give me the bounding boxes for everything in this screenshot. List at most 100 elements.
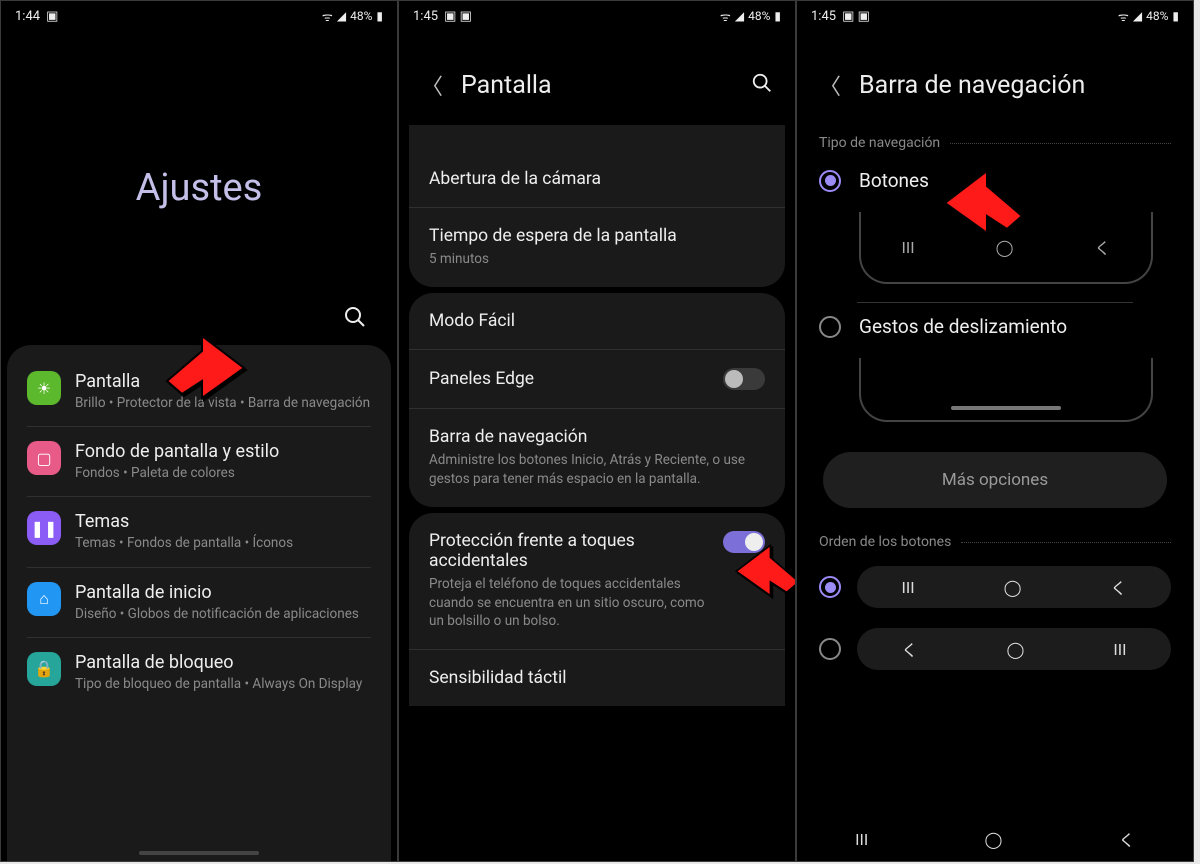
- notif-icon: ▣: [46, 9, 58, 24]
- radio-gestos[interactable]: Gestos de deslizamiento: [797, 303, 1193, 350]
- wifi-icon: ᯤ: [720, 8, 731, 25]
- home-icon: ⌂: [27, 582, 61, 616]
- setting-title: Fondo de pantalla y estilo: [75, 441, 279, 462]
- button-order-option-2[interactable]: く ◯ III: [797, 618, 1193, 680]
- radio-icon: [819, 638, 841, 660]
- toggle-paneles-edge[interactable]: [723, 368, 765, 390]
- sys-back-icon[interactable]: く: [1119, 827, 1135, 851]
- setting-item-temas[interactable]: ❚❚ Temas Temas • Fondos de pantalla • Íc…: [27, 496, 371, 566]
- setting-subtitle: Diseño • Globos de notificación de aplic…: [75, 605, 359, 623]
- radio-icon: [819, 316, 841, 338]
- row-sensibilidad-tactil[interactable]: Sensibilidad táctil: [409, 649, 785, 706]
- row-subtitle: Proteja el teléfono de toques accidental…: [429, 575, 711, 632]
- row-barra-navegacion[interactable]: Barra de navegación Administre los boton…: [409, 408, 785, 507]
- signal-icon: ◢: [337, 9, 346, 23]
- annotation-arrow: [941, 161, 1027, 237]
- status-time: 1:44: [15, 9, 40, 24]
- status-battery: 48%: [1146, 9, 1168, 23]
- radio-label: Botones: [859, 169, 929, 192]
- row-title: Paneles Edge: [429, 369, 534, 389]
- settings-card: Abertura de la cámara Tiempo de espera d…: [409, 125, 785, 287]
- home-icon: ◯: [1004, 578, 1022, 597]
- row-modo-facil[interactable]: Modo Fácil: [409, 293, 785, 349]
- status-time: 1:45: [811, 9, 836, 24]
- phone-screen-3: 1:45 ▣ ▣ ᯤ ◢ 48% ▮ 〈 Barra de navegación…: [796, 0, 1194, 862]
- setting-subtitle: Temas • Fondos de pantalla • Íconos: [75, 534, 293, 552]
- sys-home-icon[interactable]: ◯: [985, 830, 1003, 849]
- status-bar: 1:45 ▣ ▣ ᯤ ◢ 48% ▮: [399, 1, 795, 31]
- nav-preview-gestures: [859, 358, 1153, 422]
- system-nav-bar: III ◯ く: [797, 817, 1193, 861]
- row-abertura-camara[interactable]: Abertura de la cámara: [409, 151, 785, 207]
- home-indicator[interactable]: [139, 851, 259, 855]
- status-bar: 1:45 ▣ ▣ ᯤ ◢ 48% ▮: [797, 1, 1193, 31]
- phone-screen-1: 1:44 ▣ ᯤ ◢ 48% ▮ Ajustes ☀ Pantalla Bril…: [0, 0, 398, 862]
- home-icon: ◯: [1007, 640, 1025, 659]
- display-icon: ☀: [27, 371, 61, 405]
- section-orden-botones: Orden de los botones: [797, 518, 1193, 556]
- lock-icon: 🔒: [27, 652, 61, 686]
- recents-icon: III: [902, 578, 915, 597]
- radio-icon: [819, 170, 841, 192]
- gesture-bar-icon: [951, 406, 1061, 410]
- battery-icon: ▮: [1172, 9, 1179, 23]
- wallpaper-icon: ▢: [27, 441, 61, 475]
- battery-icon: ▮: [774, 9, 781, 23]
- themes-icon: ❚❚: [27, 511, 61, 545]
- header: 〈 Barra de navegación: [797, 31, 1193, 119]
- row-title: Protección frente a toques accidentales: [429, 531, 711, 571]
- row-paneles-edge[interactable]: Paneles Edge: [409, 349, 785, 408]
- battery-icon: ▮: [376, 9, 383, 23]
- wifi-icon: ᯤ: [322, 8, 333, 25]
- signal-icon: ◢: [735, 9, 744, 23]
- status-bar: 1:44 ▣ ᯤ ◢ 48% ▮: [1, 1, 397, 31]
- back-icon: く: [1110, 575, 1126, 599]
- setting-title: Pantalla de bloqueo: [75, 652, 362, 673]
- sys-recents-icon[interactable]: III: [855, 830, 868, 849]
- radio-icon: [819, 576, 841, 598]
- annotation-arrow: [733, 534, 796, 602]
- status-time: 1:45: [413, 9, 438, 24]
- setting-subtitle: Fondos • Paleta de colores: [75, 464, 279, 482]
- settings-card: Modo Fácil Paneles Edge Barra de navegac…: [409, 293, 785, 507]
- setting-title: Temas: [75, 511, 293, 532]
- button-order-option-1[interactable]: III ◯ く: [797, 556, 1193, 618]
- setting-subtitle: Tipo de bloqueo de pantalla • Always On …: [75, 675, 362, 693]
- search-icon[interactable]: [343, 305, 367, 333]
- row-subtitle: 5 minutos: [429, 250, 765, 269]
- settings-list: ☀ Pantalla Brillo • Protector de la vist…: [7, 345, 391, 862]
- status-battery: 48%: [748, 9, 770, 23]
- row-title: Abertura de la cámara: [429, 169, 765, 189]
- phone-screen-2: 1:45 ▣ ▣ ᯤ ◢ 48% ▮ 〈 Pantalla Abertura d…: [398, 0, 796, 862]
- row-proteccion-toques[interactable]: Protección frente a toques accidentales …: [409, 513, 785, 650]
- more-options-button[interactable]: Más opciones: [823, 452, 1167, 508]
- back-icon: く: [902, 637, 918, 661]
- search-icon[interactable]: [751, 72, 773, 99]
- order-preview: III ◯ く: [857, 566, 1171, 608]
- row-title: Sensibilidad táctil: [429, 668, 765, 688]
- order-preview: く ◯ III: [857, 628, 1171, 670]
- back-icon[interactable]: 〈: [421, 69, 443, 101]
- setting-title: Pantalla de inicio: [75, 582, 359, 603]
- row-title: Barra de navegación: [429, 427, 765, 447]
- setting-item-inicio[interactable]: ⌂ Pantalla de inicio Diseño • Globos de …: [27, 567, 371, 637]
- status-battery: 48%: [350, 9, 372, 23]
- section-tipo-navegacion: Tipo de navegación: [797, 119, 1193, 157]
- back-icon[interactable]: 〈: [819, 69, 841, 101]
- header-title: Barra de navegación: [859, 71, 1171, 100]
- settings-card: Protección frente a toques accidentales …: [409, 513, 785, 707]
- setting-item-fondo[interactable]: ▢ Fondo de pantalla y estilo Fondos • Pa…: [27, 426, 371, 496]
- notif-icon: ▣ ▣: [842, 9, 870, 24]
- recents-icon: III: [1113, 640, 1126, 659]
- row-tiempo-espera[interactable]: Tiempo de espera de la pantalla 5 minuto…: [409, 207, 785, 287]
- header: 〈 Pantalla: [399, 31, 795, 119]
- header-title: Pantalla: [461, 71, 733, 100]
- back-icon: く: [1094, 235, 1110, 259]
- page-title: Ajustes: [1, 166, 397, 210]
- setting-item-bloqueo[interactable]: 🔒 Pantalla de bloqueo Tipo de bloqueo de…: [27, 637, 371, 707]
- radio-label: Gestos de deslizamiento: [859, 315, 1067, 338]
- recents-icon: III: [902, 238, 915, 257]
- wifi-icon: ᯤ: [1118, 8, 1129, 25]
- row-title: Tiempo de espera de la pantalla: [429, 226, 765, 246]
- annotation-arrow: [162, 326, 248, 402]
